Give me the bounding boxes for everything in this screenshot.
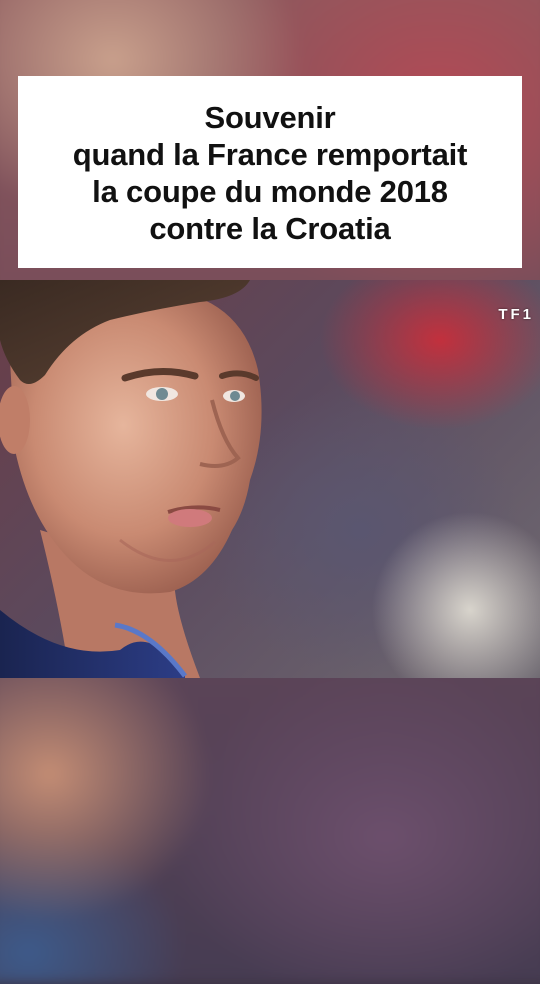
caption-line-1: Souvenir — [204, 100, 336, 135]
caption-line-2: quand la France remportait — [72, 137, 468, 172]
caption-line-3: la coupe du monde 2018 — [92, 174, 448, 209]
channel-logo: TF1 — [498, 306, 534, 323]
caption-line-4: contre la Croatia — [149, 211, 391, 246]
video-frame[interactable]: TF1 — [0, 280, 540, 678]
caption-box: Souvenir quand la France remportait la c… — [18, 76, 522, 268]
player-portrait — [0, 280, 262, 678]
